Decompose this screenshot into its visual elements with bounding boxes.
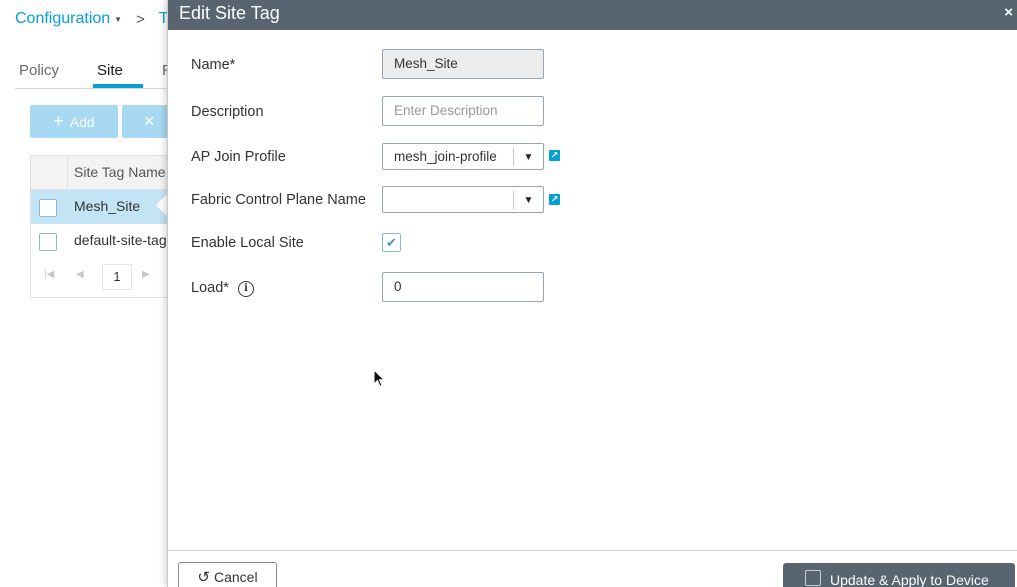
cancel-button[interactable]: ↺ Cancel [178,562,277,587]
panel-footer: ↺ Cancel Update & Apply to Device [168,550,1017,587]
prev-page-icon[interactable]: ◀ [76,269,84,280]
tab-site[interactable]: Site [97,62,123,79]
row-checkbox[interactable] [39,233,57,251]
site-tag-name-cell[interactable]: default-site-tag [74,232,167,248]
close-icon: × [144,111,155,131]
chevron-down-icon[interactable]: ▼ [513,191,543,209]
breadcrumb-configuration[interactable]: Configuration [15,10,110,28]
active-tab-indicator [93,84,143,88]
row-checkbox[interactable] [39,199,57,217]
info-icon[interactable]: i [238,281,254,297]
fabric-control-plane-label: Fabric Control Plane Name [191,192,366,208]
undo-icon: ↺ [197,569,210,586]
next-page-icon[interactable]: ▶ [142,269,150,280]
external-link-icon[interactable]: ↗ [549,150,560,161]
name-field[interactable]: Mesh_Site [382,49,544,79]
first-page-icon[interactable]: |◀ [44,269,54,280]
update-apply-button[interactable]: Update & Apply to Device [783,563,1015,587]
edit-site-tag-panel: Edit Site Tag × Name* Mesh_Site Descript… [167,0,1017,587]
panel-header: Edit Site Tag × [168,0,1017,30]
update-apply-button-label: Update & Apply to Device [830,572,989,587]
chevron-down-icon[interactable]: ▼ [513,148,543,166]
tag-tabs: Policy Site R [15,58,175,89]
external-link-icon[interactable]: ↗ [549,194,560,205]
add-button[interactable]: + Add [30,105,118,138]
breadcrumb-separator: > [136,10,145,28]
tab-policy[interactable]: Policy [19,62,59,79]
name-label: Name* [191,57,236,73]
page-number[interactable]: 1 [102,264,132,290]
description-label: Description [191,104,264,120]
enable-local-site-label: Enable Local Site [191,235,304,251]
enable-local-site-checkbox[interactable]: ✔ [382,233,401,252]
ap-join-profile-select[interactable]: mesh_join-profile ▼ [382,143,544,170]
fabric-control-plane-select[interactable]: ▼ [382,186,544,213]
ap-join-profile-label: AP Join Profile [191,149,286,165]
close-icon[interactable]: × [1004,4,1013,21]
panel-title: Edit Site Tag [179,3,280,23]
description-field[interactable]: Enter Description [382,96,544,126]
breadcrumb: Configuration ▼ > Ta [15,10,176,28]
ap-join-profile-value: mesh_join-profile [394,149,497,164]
mouse-cursor-icon [373,369,385,388]
cancel-button-label: Cancel [213,569,258,585]
load-label: Load* [191,280,229,296]
column-header-site-tag-name[interactable]: Site Tag Name [74,164,166,180]
plus-icon: + [53,111,64,131]
site-tag-name-cell[interactable]: Mesh_Site [74,198,140,214]
site-tag-table: Site Tag Name Mesh_Site default-site-tag… [30,155,191,298]
add-button-label: Add [69,113,95,130]
save-icon [805,570,821,586]
caret-down-icon: ▼ [114,14,123,24]
load-field[interactable]: 0 [382,272,544,302]
column-divider [67,156,68,190]
